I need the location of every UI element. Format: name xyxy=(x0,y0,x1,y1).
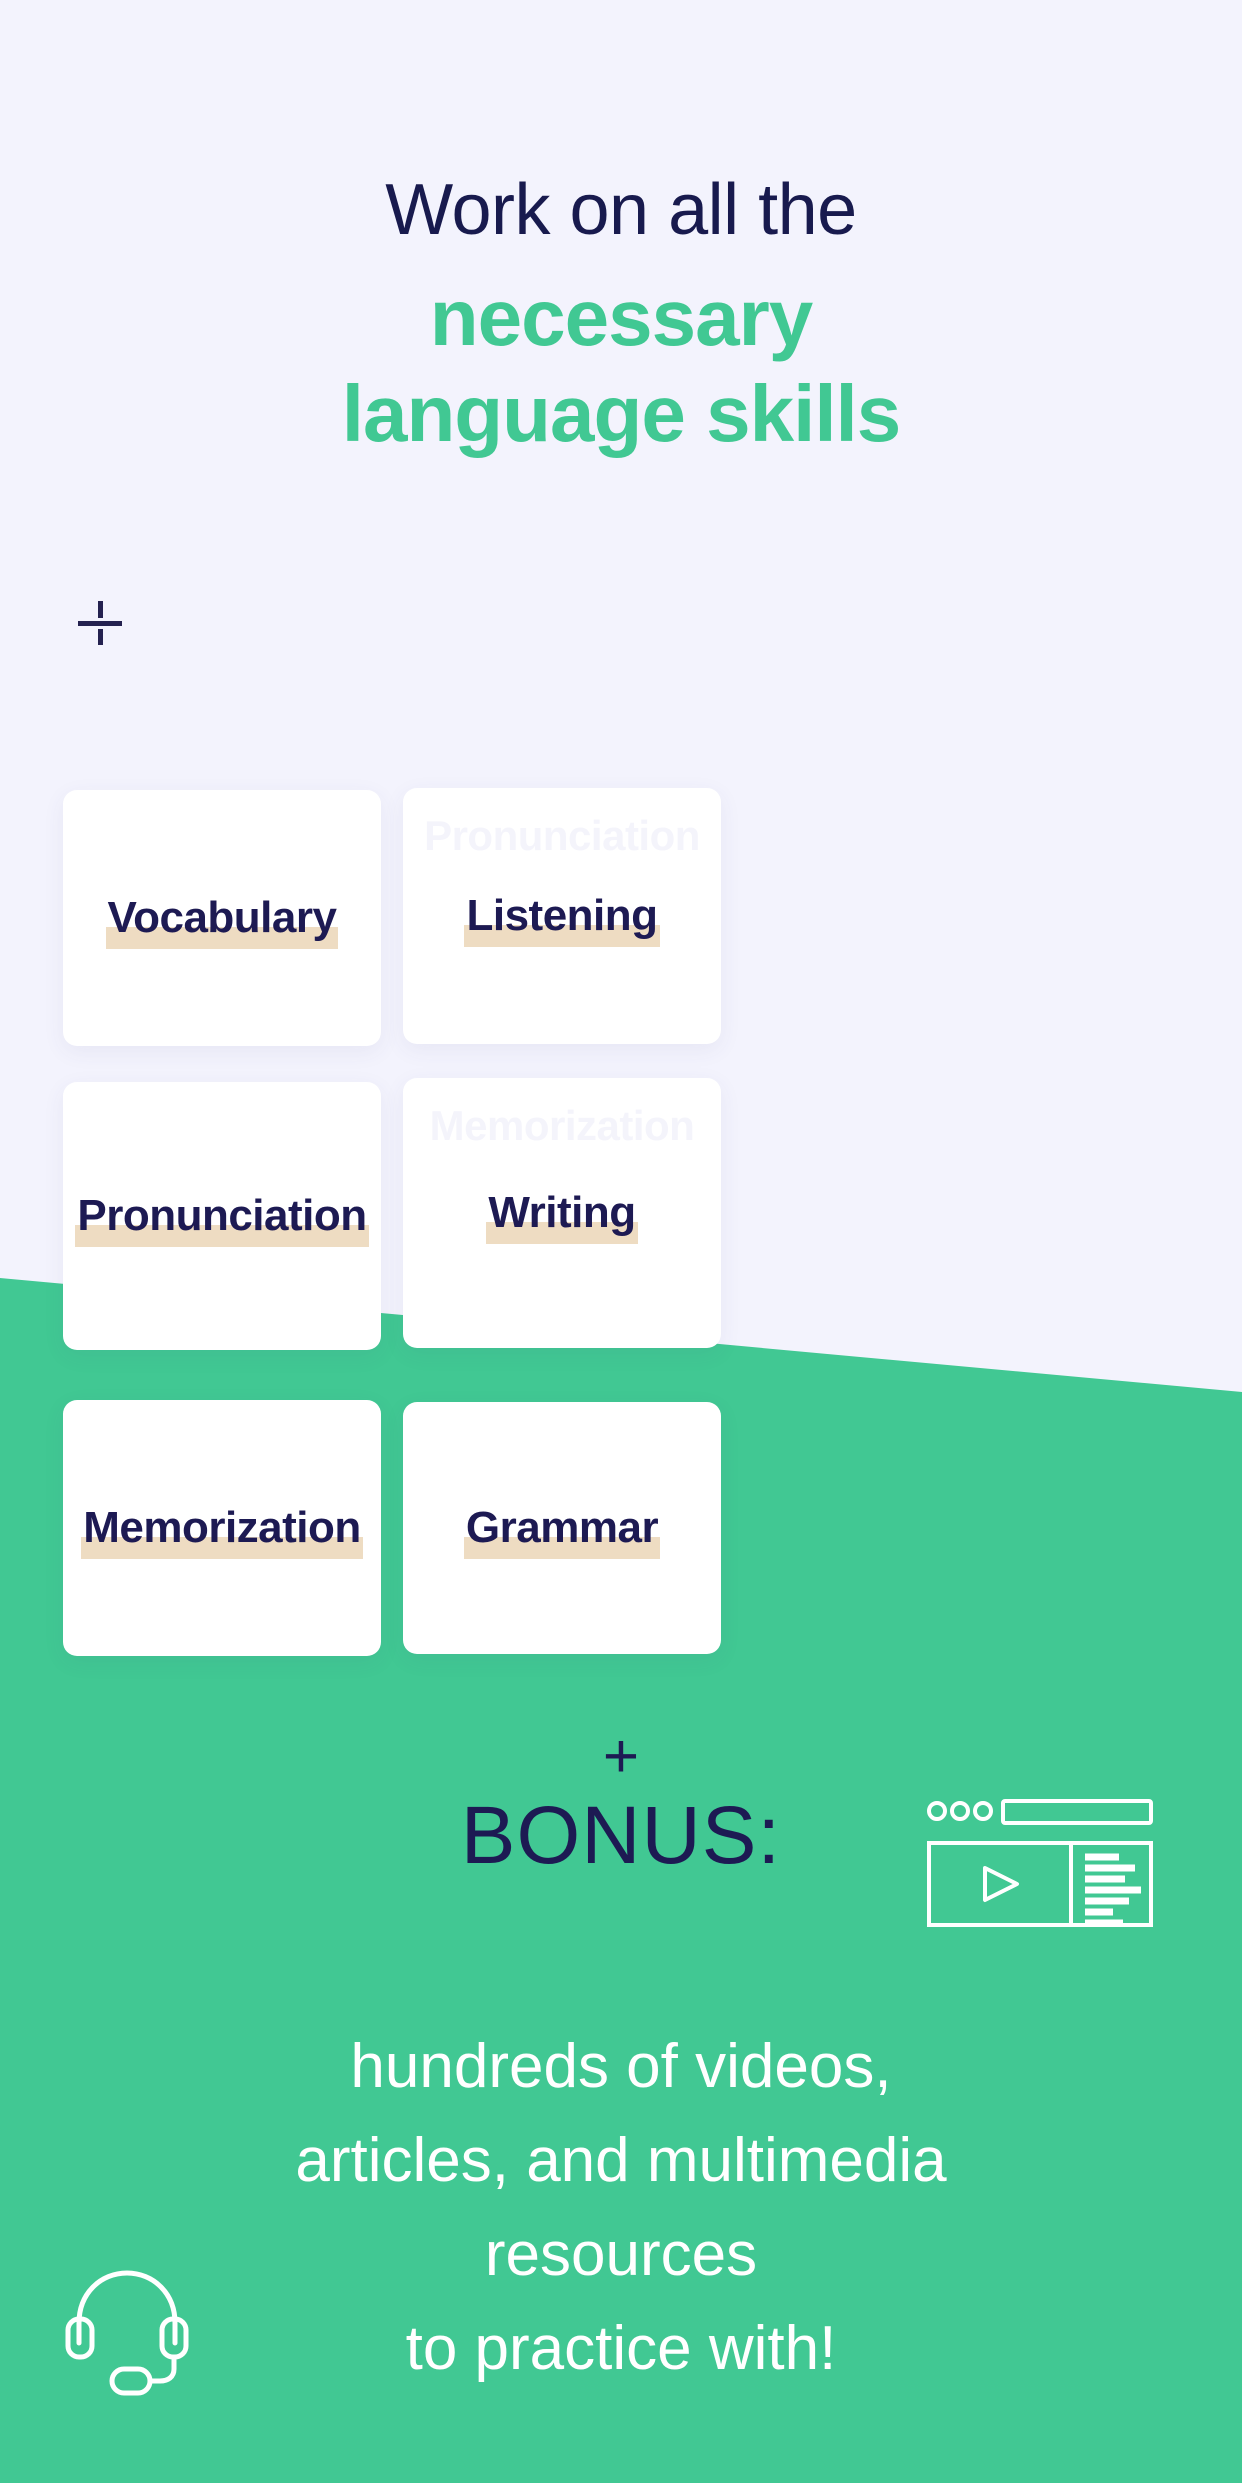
skill-card-label: Pronunciation xyxy=(75,1191,369,1247)
bonus-copy-line-1: hundreds of videos, xyxy=(350,2032,892,2101)
crosshair-icon xyxy=(78,601,122,645)
skill-card-label: Writing xyxy=(486,1188,638,1244)
bonus-plus-sign: + xyxy=(602,1722,640,1791)
page-title: Work on all the necessary language skill… xyxy=(0,168,1242,462)
headline-line-2: necessary xyxy=(429,273,813,362)
ghost-text-artifact: Pronunciation xyxy=(424,812,700,859)
browser-video-window-icon xyxy=(927,1799,1153,1927)
headline-line-3: language skills xyxy=(341,369,902,458)
skill-card-label: Listening xyxy=(464,891,660,947)
skill-card-memorization[interactable]: Memorization xyxy=(63,1400,381,1656)
bonus-copy-line-2: articles, and multimedia xyxy=(295,2126,947,2195)
skill-card-listening[interactable]: Pronunciation Listening xyxy=(403,788,721,1044)
ghost-text-artifact: Memorization xyxy=(429,1102,695,1149)
skill-card-label: Memorization xyxy=(81,1503,363,1559)
skill-card-vocabulary[interactable]: Vocabulary xyxy=(63,790,381,1046)
skill-card-pronunciation[interactable]: Pronunciation xyxy=(63,1082,381,1350)
headline-line-1: Work on all the xyxy=(385,170,857,250)
skill-card-label: Grammar xyxy=(463,1503,661,1559)
skill-card-writing[interactable]: Memorization Writing xyxy=(403,1078,721,1348)
skill-card-grammar[interactable]: Grammar xyxy=(403,1402,721,1654)
headset-icon xyxy=(65,2270,189,2396)
skill-card-label: Vocabulary xyxy=(105,893,339,949)
promo-screen: Work on all the necessary language skill… xyxy=(0,0,1242,2483)
